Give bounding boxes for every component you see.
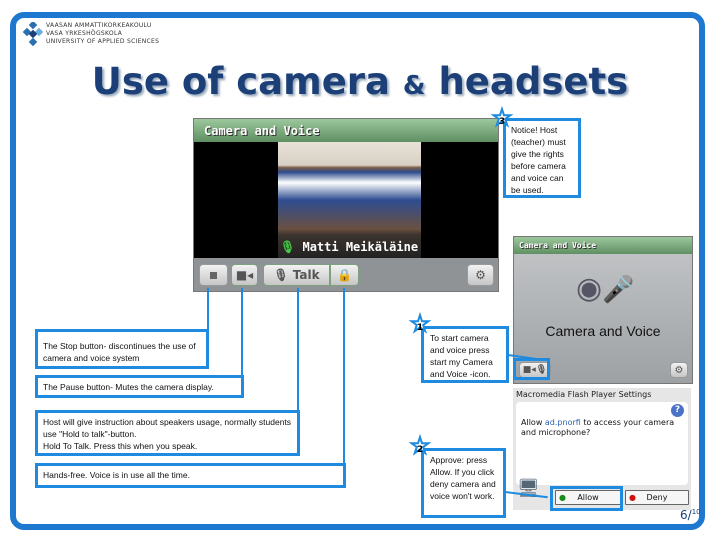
settings-button[interactable]: ⚙ (670, 362, 688, 378)
webcam-icon: ◉🎤 (576, 271, 635, 306)
help-icon[interactable]: ? (671, 404, 684, 417)
approve-callout: Approve: press Allow. If you click deny … (421, 448, 506, 518)
dialog-message: Allow ad.pnorfi to access your camera an… (516, 402, 688, 485)
star-icon: ★ 2 (409, 434, 431, 459)
stop-button[interactable] (199, 264, 228, 286)
camera-icon: ■◂ (235, 268, 254, 282)
page-number: 6/10 (680, 508, 701, 522)
handsfree-callout: Hands-free. Voice is in use all the time… (35, 463, 346, 488)
connector-line (297, 288, 299, 411)
hands-free-lock-button[interactable]: 🔒 (330, 264, 359, 286)
user-name: Matti Meikäläine (302, 240, 419, 254)
start-callout: To start camera and voice press start my… (421, 326, 509, 383)
site-link: ad.pnorfi (544, 418, 581, 427)
deny-button[interactable]: ● Deny (625, 490, 689, 505)
highlight-allow-button (550, 486, 623, 511)
logo-diamond-icon (22, 20, 44, 47)
university-logo: VAASAN AMMATTIKORKEAKOULU VASA YRKESHÖGSK… (22, 20, 159, 48)
talk-label: Talk (292, 268, 320, 282)
microphone-icon: 🎙 (280, 240, 296, 254)
logo-line: UNIVERSITY OF APPLIED SCIENCES (46, 38, 160, 45)
page-title: Use of camera & headsets (91, 60, 629, 103)
settings-button[interactable]: ⚙ (467, 264, 494, 286)
logo-line: VASA YRKESHÖGSKOLA (46, 30, 123, 37)
connector-line (241, 288, 243, 376)
microphone-icon: 🎙 (273, 268, 289, 282)
notice-callout: Notice! Host (teacher) must give the rig… (503, 118, 581, 198)
lock-icon: 🔒 (337, 268, 352, 282)
panel-header: Camera and Voice (514, 237, 692, 254)
hold-to-talk-button[interactable]: 🎙 Talk (263, 264, 330, 286)
logo-line: VAASAN AMMATTIKORKEAKOULU (46, 22, 152, 29)
stop-callout: The Stop button- discontinues the use of… (35, 329, 209, 369)
highlight-start-button (513, 358, 550, 380)
gear-icon: ⚙ (674, 364, 684, 376)
deny-icon: ● (629, 493, 636, 502)
star-icon: ★ 1 (409, 312, 431, 337)
star-icon: ★ 3 (491, 106, 513, 131)
panel-header: Camera and Voice (194, 119, 498, 142)
stop-icon (210, 271, 217, 279)
connector-line (343, 288, 345, 464)
video-area: 🎙 Matti Meikäläine (194, 142, 498, 258)
connector-line (207, 288, 209, 330)
camera-voice-panel: Camera and Voice 🎙 Matti Meikäläine ■◂ 🎙… (193, 118, 499, 292)
panel-caption: Camera and Voice (545, 323, 661, 339)
talk-callout: Host will give instruction about speaker… (35, 410, 300, 456)
pause-callout: The Pause button- Mutes the camera displ… (35, 375, 244, 398)
dialog-title: Macromedia Flash Player Settings (516, 390, 652, 399)
gear-icon: ⚙ (475, 268, 486, 282)
microphone-icon: 🎤 (602, 275, 635, 305)
pause-camera-button[interactable]: ■◂ (231, 264, 258, 286)
